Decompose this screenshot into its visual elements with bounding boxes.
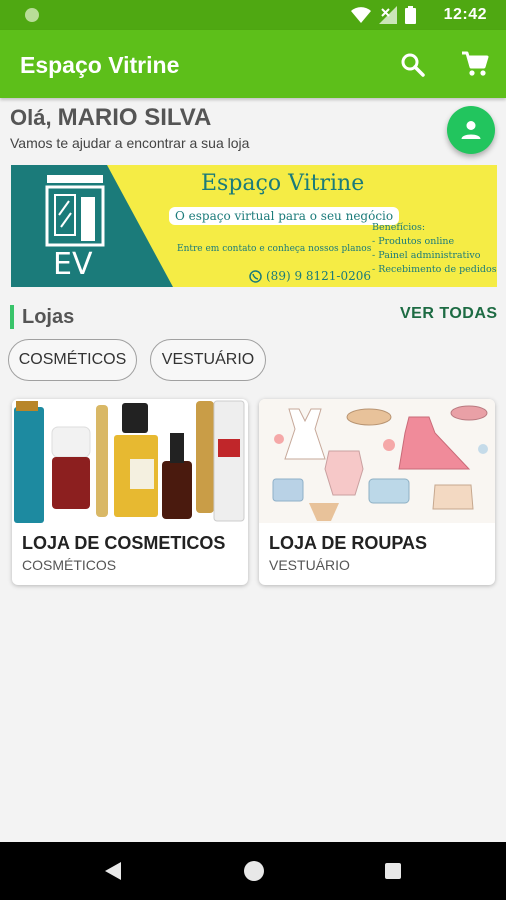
greeting-hello: Olá,	[10, 105, 52, 130]
banner-contact: Entre em contato e conheça nossos planos	[177, 244, 372, 254]
recent-apps-icon[interactable]	[385, 863, 401, 879]
status-icons	[351, 6, 416, 24]
search-icon[interactable]	[400, 52, 426, 78]
section-accent-bar	[10, 305, 14, 329]
profile-button[interactable]	[447, 106, 495, 154]
store-image-cosmetics	[12, 399, 248, 523]
store-card-cosmeticos[interactable]: LOJA DE COSMETICOS COSMÉTICOS	[12, 399, 248, 585]
banner-logo-text: EV	[53, 247, 93, 282]
store-name: LOJA DE COSMETICOS	[22, 533, 226, 553]
wifi-icon	[351, 7, 371, 23]
category-chip-vestuario[interactable]: VESTUÁRIO	[150, 339, 266, 381]
benefit-item: - Painel administrativo	[372, 250, 481, 261]
user-name: MARIO SILVA	[57, 104, 212, 131]
see-all-button[interactable]: VER TODAS	[400, 305, 498, 323]
notification-dot-icon	[25, 8, 39, 22]
store-card-roupas[interactable]: LOJA DE ROUPAS VESTUÁRIO	[259, 399, 495, 585]
cart-icon[interactable]	[461, 50, 489, 78]
signal-icon	[379, 6, 397, 24]
promo-banner[interactable]: EV Espaço Vitrine O espaço virtual para …	[11, 165, 497, 287]
banner-phone: (89) 9 8121-0206	[249, 269, 371, 283]
system-nav-bar	[0, 842, 506, 900]
category-chip-cosmeticos[interactable]: COSMÉTICOS	[8, 339, 137, 381]
greeting: Olá, MARIO SILVA	[10, 104, 211, 132]
back-icon[interactable]	[104, 861, 122, 881]
section-title: Lojas	[22, 306, 75, 328]
store-image-clothes	[259, 399, 495, 523]
benefits-title: Benefícios:	[372, 222, 426, 233]
clock: 12:42	[443, 6, 487, 23]
app-bar: Espaço Vitrine	[0, 30, 506, 98]
banner-title: Espaço Vitrine	[201, 171, 365, 196]
benefit-item: - Produtos online	[372, 236, 455, 247]
banner-phone-number: (89) 9 8121-0206	[266, 269, 372, 283]
banner-slogan: O espaço virtual para o seu negócio	[169, 207, 400, 225]
greeting-subtitle: Vamos te ajudar a encontrar a sua loja	[10, 135, 250, 151]
store-name: LOJA DE ROUPAS	[269, 533, 428, 553]
status-bar: 12:42	[0, 0, 506, 30]
store-category: COSMÉTICOS	[22, 557, 117, 573]
benefit-item: - Recebimento de pedidos	[372, 264, 497, 275]
banner-benefits: Benefícios: - Produtos online - Painel a…	[372, 221, 497, 277]
store-category: VESTUÁRIO	[269, 557, 350, 573]
whatsapp-icon	[249, 269, 262, 283]
person-icon	[461, 121, 481, 139]
battery-icon	[405, 6, 416, 24]
app-title: Espaço Vitrine	[20, 52, 180, 78]
home-icon[interactable]	[244, 861, 264, 881]
